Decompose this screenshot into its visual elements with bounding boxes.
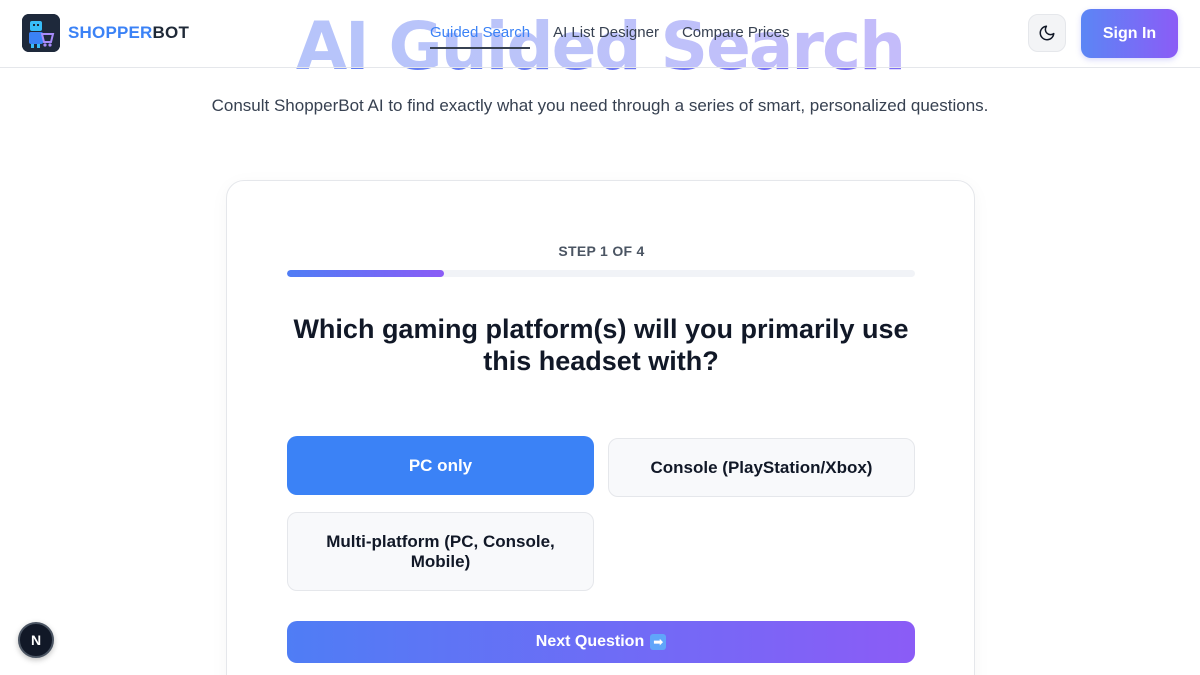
brand-name-part2: BOT — [152, 23, 190, 42]
next-question-button[interactable]: Next Question ➡ — [287, 621, 915, 663]
guided-search-card: STEP 1 OF 4 Which gaming platform(s) wil… — [226, 180, 975, 675]
option-multi-platform[interactable]: Multi-platform (PC, Console, Mobile) — [287, 512, 594, 591]
progress-bar-fill — [287, 270, 444, 277]
page: AI Guided Search SHOPPERBOT Guided Searc… — [0, 0, 1200, 675]
right-arrow-icon: ➡ — [650, 634, 667, 650]
step-indicator: STEP 1 OF 4 — [558, 243, 645, 259]
next-question-label: Next Question — [535, 633, 645, 650]
option-console[interactable]: Console (PlayStation/Xbox) — [608, 438, 915, 497]
sign-in-button[interactable]: Sign In — [1081, 9, 1178, 58]
nav-guided-search[interactable]: Guided Search — [430, 24, 531, 49]
question-text: Which gaming platform(s) will you primar… — [293, 314, 909, 376]
progress-bar — [287, 270, 915, 277]
shopperbot-logo-icon[interactable] — [22, 14, 60, 52]
theme-toggle-button[interactable] — [1028, 14, 1066, 52]
moon-icon — [1039, 25, 1055, 41]
dev-tools-badge[interactable]: N — [18, 622, 54, 658]
header: SHOPPERBOT Guided Search AI List Designe… — [0, 0, 1200, 68]
nav-compare-prices[interactable]: Compare Prices — [682, 24, 790, 49]
brand-name-part1: SHOPPER — [68, 23, 153, 42]
hero-subtitle: Consult ShopperBot AI to find exactly wh… — [211, 96, 989, 115]
option-pc-only[interactable]: PC only — [287, 436, 594, 495]
brand-name[interactable]: SHOPPERBOT — [68, 23, 189, 43]
main-nav: Guided Search AI List Designer Compare P… — [430, 24, 790, 49]
nav-ai-list-designer[interactable]: AI List Designer — [553, 24, 659, 49]
